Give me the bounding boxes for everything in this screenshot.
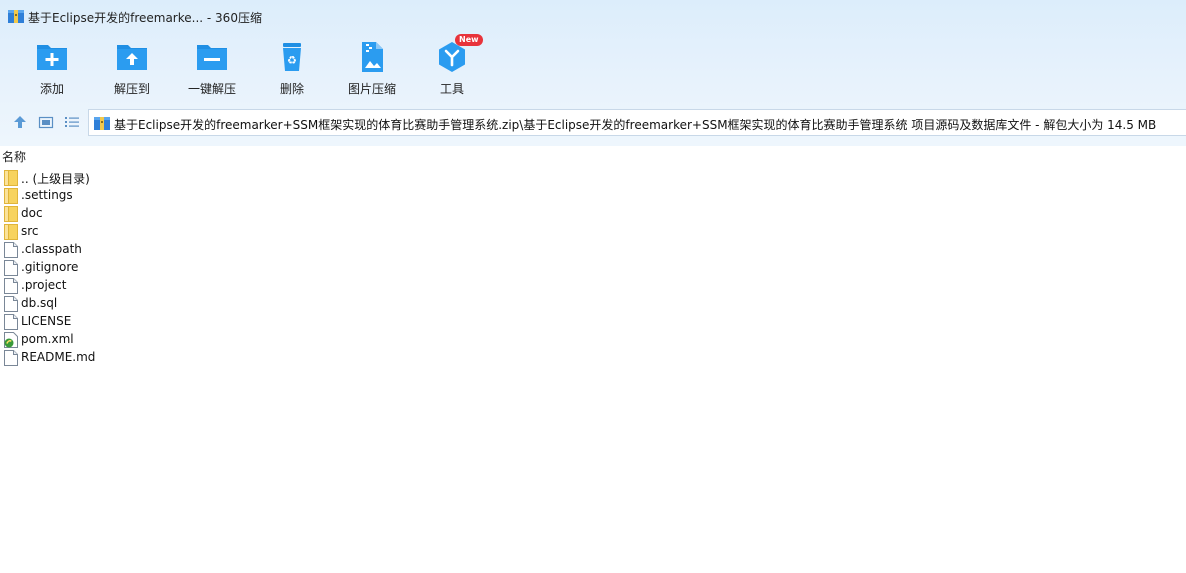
svg-text:♻: ♻ [287, 54, 297, 67]
column-header: 名称 [0, 146, 1186, 164]
extract-to-icon [115, 40, 149, 74]
file-row[interactable]: doc [0, 205, 1186, 223]
file-name: LICENSE [21, 314, 72, 328]
file-icon [4, 296, 18, 312]
file-list: .. (上级目录) .settings doc src .classpath .gitig… [0, 169, 1186, 367]
extract-to-label: 解压到 [113, 82, 150, 96]
file-name: .. (上级目录) [21, 172, 90, 186]
file-name: .gitignore [21, 260, 79, 274]
image-compress-button[interactable]: 图片压缩 [335, 38, 409, 96]
tools-label: 工具 [439, 82, 464, 96]
file-icon [4, 350, 18, 366]
title-bar: 基于Eclipse开发的freemarke... - 360压缩 [0, 0, 1186, 34]
one-click-extract-button[interactable]: 一键解压 [175, 38, 249, 96]
file-name: .settings [21, 188, 73, 202]
file-name: README.md [21, 350, 96, 364]
extract-to-button[interactable]: 解压到 [95, 38, 169, 96]
file-icon [4, 260, 18, 276]
file-row[interactable]: db.sql [0, 295, 1186, 313]
window-title: 基于Eclipse开发的freemarke... - 360压缩 [28, 11, 262, 25]
path-field[interactable]: 基于Eclipse开发的freemarker+SSM框架实现的体育比赛助手管理系… [88, 109, 1186, 136]
list-view-icon[interactable] [64, 114, 80, 130]
folder-icon [4, 188, 18, 204]
file-name: src [21, 224, 39, 238]
add-folder-icon [35, 40, 69, 74]
one-click-extract-label: 一键解压 [187, 82, 236, 96]
file-row[interactable]: .settings [0, 187, 1186, 205]
archive-icon [8, 9, 24, 23]
delete-button[interactable]: ♻ 删除 [255, 38, 329, 96]
image-compress-label: 图片压缩 [347, 82, 396, 96]
folder-icon [4, 224, 18, 240]
image-compress-icon [355, 40, 389, 74]
file-name: pom.xml [21, 332, 74, 346]
file-name: doc [21, 206, 43, 220]
archive-icon [94, 116, 110, 130]
address-bar: 基于Eclipse开发的freemarker+SSM框架实现的体育比赛助手管理系… [0, 106, 1186, 138]
folder-icon [4, 206, 18, 222]
delete-icon: ♻ [275, 40, 309, 74]
file-row[interactable]: .project [0, 277, 1186, 295]
path-text: 基于Eclipse开发的freemarker+SSM框架实现的体育比赛助手管理系… [114, 118, 1157, 132]
file-icon [4, 242, 18, 258]
new-badge: New [455, 34, 483, 46]
tools-button[interactable]: New 工具 [415, 34, 489, 96]
tools-icon: New [435, 34, 483, 74]
delete-label: 删除 [279, 82, 304, 96]
file-name: .classpath [21, 242, 82, 256]
toolbar: 添加 解压到 一键解压 ♻ 删除 图片压缩 New 工具 [0, 34, 520, 98]
file-name: .project [21, 278, 67, 292]
file-row[interactable]: .classpath [0, 241, 1186, 259]
file-row[interactable]: .gitignore [0, 259, 1186, 277]
file-row[interactable]: LICENSE [0, 313, 1186, 331]
add-label: 添加 [39, 82, 64, 96]
add-button[interactable]: 添加 [15, 38, 89, 96]
folder-icon [4, 170, 18, 186]
thumbnail-view-icon[interactable] [38, 114, 54, 130]
xml-file-icon [4, 332, 18, 348]
file-row[interactable]: pom.xml [0, 331, 1186, 349]
up-arrow-icon[interactable] [12, 114, 28, 130]
file-icon [4, 314, 18, 330]
file-row[interactable]: src [0, 223, 1186, 241]
file-row[interactable]: README.md [0, 349, 1186, 367]
file-name: db.sql [21, 296, 58, 310]
file-row[interactable]: .. (上级目录) [0, 169, 1186, 187]
file-icon [4, 278, 18, 294]
column-name-header[interactable]: 名称 [2, 148, 26, 165]
one-click-extract-icon [195, 40, 229, 74]
